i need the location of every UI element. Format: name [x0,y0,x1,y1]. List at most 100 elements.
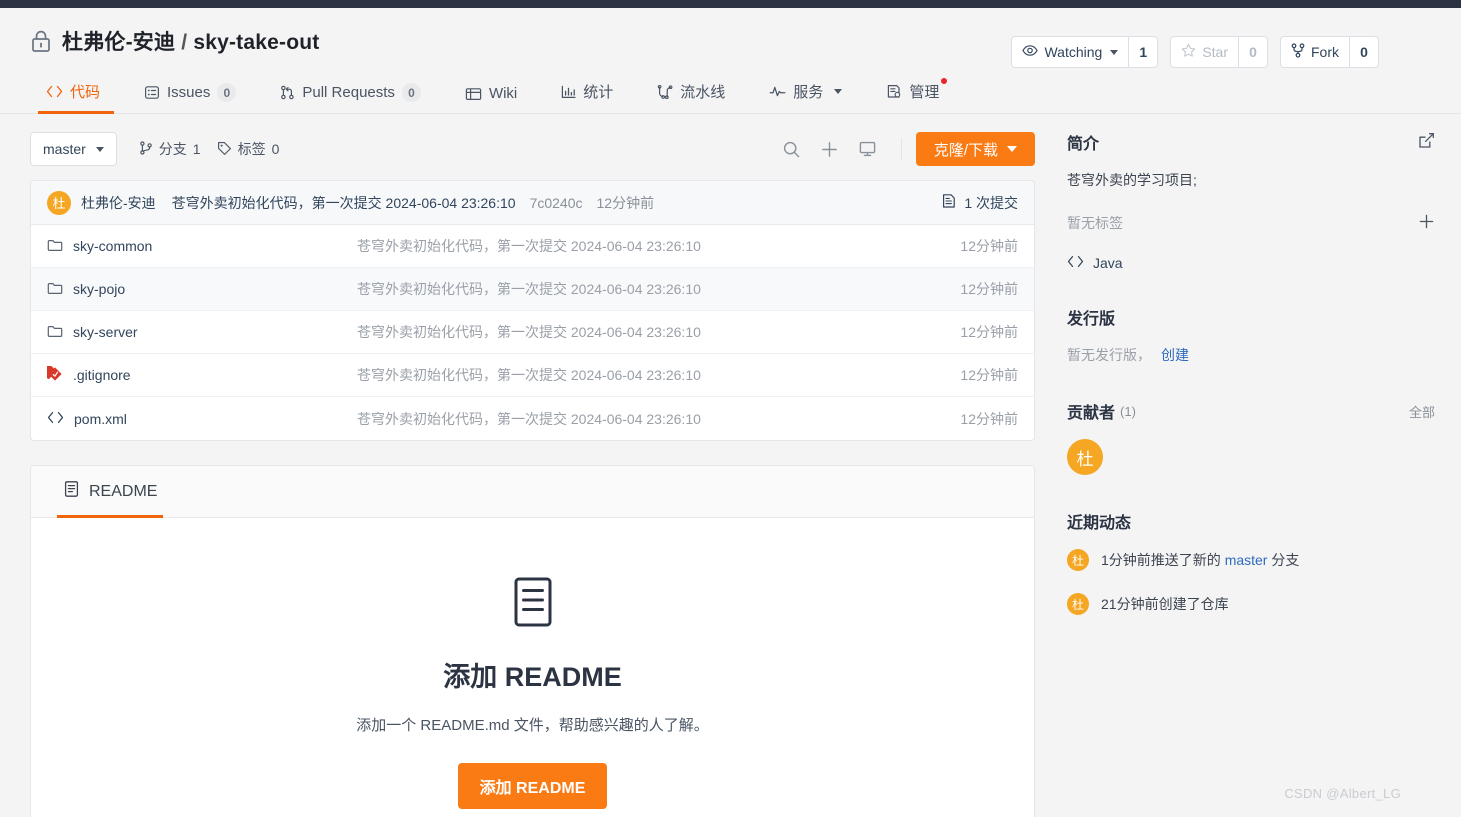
commit-count-link[interactable]: 1 次提交 [941,193,1018,213]
about-language-row[interactable]: Java [1067,255,1435,271]
monitor-icon[interactable] [849,132,887,166]
clone-download-label: 克隆/下载 [933,141,998,159]
branches-link[interactable]: 分支 1 [139,139,201,159]
clone-download-button[interactable]: 克隆/下载 [915,132,1035,166]
watching-label: Watching [1044,44,1103,60]
lock-icon [30,29,52,53]
avatar[interactable]: 杜 [1067,439,1103,475]
plus-icon[interactable] [811,132,849,166]
fork-button[interactable]: Fork [1280,36,1349,68]
commit-count-label: 1 次提交 [964,194,1018,211]
file-commit-message[interactable]: 苍穹外卖初始化代码，第一次提交 2024-06-04 23:26:10 [357,279,960,299]
star-count[interactable]: 0 [1238,36,1268,68]
document-large-icon [31,576,1034,633]
tags-count: 0 [271,141,280,157]
manage-icon [886,84,902,99]
contributors-all-link[interactable]: 全部 [1409,402,1435,421]
file-name-label: pom.xml [74,410,127,427]
add-readme-button[interactable]: 添加 README [457,763,608,809]
file-commit-message[interactable]: 苍穹外卖初始化代码，第一次提交 2024-06-04 23:26:10 [357,236,960,256]
activity-text-prefix: 1分钟前推送了新的 [1101,552,1225,568]
file-name-link[interactable]: sky-server [47,324,357,341]
branch-selector-label: master [43,141,86,157]
list-item[interactable]: 杜 21分钟前创建了仓库 [1067,593,1435,615]
sidebar-section-releases: 发行版 暂无发行版， 创建 [1067,305,1435,365]
create-release-link[interactable]: 创建 [1161,347,1189,363]
table-row[interactable]: sky-common 苍穹外卖初始化代码，第一次提交 2024-06-04 23… [31,225,1034,268]
avatar[interactable]: 杜 [1067,549,1089,571]
readme-tabbar: README [31,466,1034,518]
fork-button-group[interactable]: Fork 0 [1280,36,1379,68]
about-tags-row: 暂无标签 [1067,213,1435,233]
releases-empty-text: 暂无发行版， [1067,347,1151,363]
readme-empty-state: 添加 README 添加一个 README.md 文件，帮助感兴趣的人了解。 添… [31,518,1034,817]
file-name-link[interactable]: .gitignore [40,363,357,385]
activity-text-suffix: 分支 [1267,552,1300,568]
list-item[interactable]: 杜 1分钟前推送了新的 master 分支 [1067,549,1435,571]
repo-name-link[interactable]: sky-take-out [193,31,319,54]
star-label: Star [1202,44,1228,60]
star-button[interactable]: Star [1170,36,1238,68]
edit-icon[interactable] [1418,132,1435,152]
branch-selector[interactable]: master [30,132,117,166]
plus-icon[interactable] [1418,213,1435,233]
activity-branch-link[interactable]: master [1225,552,1268,568]
table-row[interactable]: .gitignore 苍穹外卖初始化代码，第一次提交 2024-06-04 23… [31,354,1034,397]
readme-empty-subtitle: 添加一个 README.md 文件，帮助感兴趣的人了解。 [356,717,709,734]
commit-message-link[interactable]: 苍穹外卖初始化代码，第一次提交 2024-06-04 23:26:10 [172,193,516,213]
file-commit-time: 12分钟前 [960,238,1018,254]
commit-sha[interactable]: 7c0240c [530,195,583,211]
file-name-link[interactable]: sky-common [47,238,357,255]
file-name-link[interactable]: pom.xml [47,411,357,427]
repo-owner-link[interactable]: 杜弗伦-安迪 [62,31,175,54]
watching-button[interactable]: Watching [1011,36,1129,68]
file-commit-message[interactable]: 苍穹外卖初始化代码，第一次提交 2024-06-04 23:26:10 [357,409,960,429]
file-commit-time: 12分钟前 [960,367,1018,383]
star-icon [1181,43,1196,61]
star-button-group[interactable]: Star 0 [1170,36,1268,68]
activity-text: 21分钟前创建了仓库 [1101,594,1229,614]
code-icon [46,85,63,98]
fork-label: Fork [1311,44,1339,60]
avatar[interactable]: 杜 [1067,593,1089,615]
tab-pipeline[interactable]: 流水线 [635,81,747,113]
tab-statistics[interactable]: 统计 [539,81,635,113]
tab-manage-label: 管理 [909,84,940,101]
branch-icon [139,140,153,158]
chevron-down-icon [1110,49,1119,55]
table-row[interactable]: pom.xml 苍穹外卖初始化代码，第一次提交 2024-06-04 23:26… [31,397,1034,440]
readme-empty-title: 添加 README [443,662,622,692]
tab-pull-requests[interactable]: Pull Requests 0 [258,83,443,113]
avatar[interactable]: 杜 [47,190,71,215]
branches-count: 1 [192,141,201,157]
file-name-link[interactable]: sky-pojo [47,281,357,298]
table-row[interactable]: sky-server 苍穹外卖初始化代码，第一次提交 2024-06-04 23… [31,311,1034,354]
fork-count[interactable]: 0 [1349,36,1379,68]
tab-service[interactable]: 服务 [747,81,864,113]
repository-nav-tabs: 代码 Issues 0 Pull Requests 0 Wiki 统计 流水线 … [0,70,1461,114]
about-description: 苍穹外卖的学习项目; [1067,172,1197,188]
tab-issues[interactable]: Issues 0 [122,83,258,113]
table-row[interactable]: sky-pojo 苍穹外卖初始化代码，第一次提交 2024-06-04 23:2… [31,268,1034,311]
activity-heading: 近期动态 [1067,515,1132,532]
tab-wiki[interactable]: Wiki [443,85,539,113]
tab-code[interactable]: 代码 [30,81,122,114]
pipeline-icon [657,84,673,99]
chart-icon [561,85,576,99]
tab-manage[interactable]: 管理 [864,78,961,113]
file-name-label: sky-pojo [73,281,126,297]
file-name-label: .gitignore [73,367,131,383]
watching-button-group[interactable]: Watching 1 [1011,36,1159,68]
commit-author-link[interactable]: 杜弗伦-安迪 [81,193,156,213]
file-commit-time: 12分钟前 [960,410,1018,427]
search-icon[interactable] [773,132,811,166]
file-commit-message[interactable]: 苍穹外卖初始化代码，第一次提交 2024-06-04 23:26:10 [357,365,960,385]
branches-label: 分支 [158,141,187,157]
tab-issues-badge: 0 [217,83,237,102]
tags-link[interactable]: 标签 0 [217,139,280,159]
toolbar-divider [900,138,902,160]
folder-icon [47,238,63,255]
tab-readme[interactable]: README [57,466,164,518]
file-commit-message[interactable]: 苍穹外卖初始化代码，第一次提交 2024-06-04 23:26:10 [357,322,960,342]
watching-count[interactable]: 1 [1128,36,1159,68]
